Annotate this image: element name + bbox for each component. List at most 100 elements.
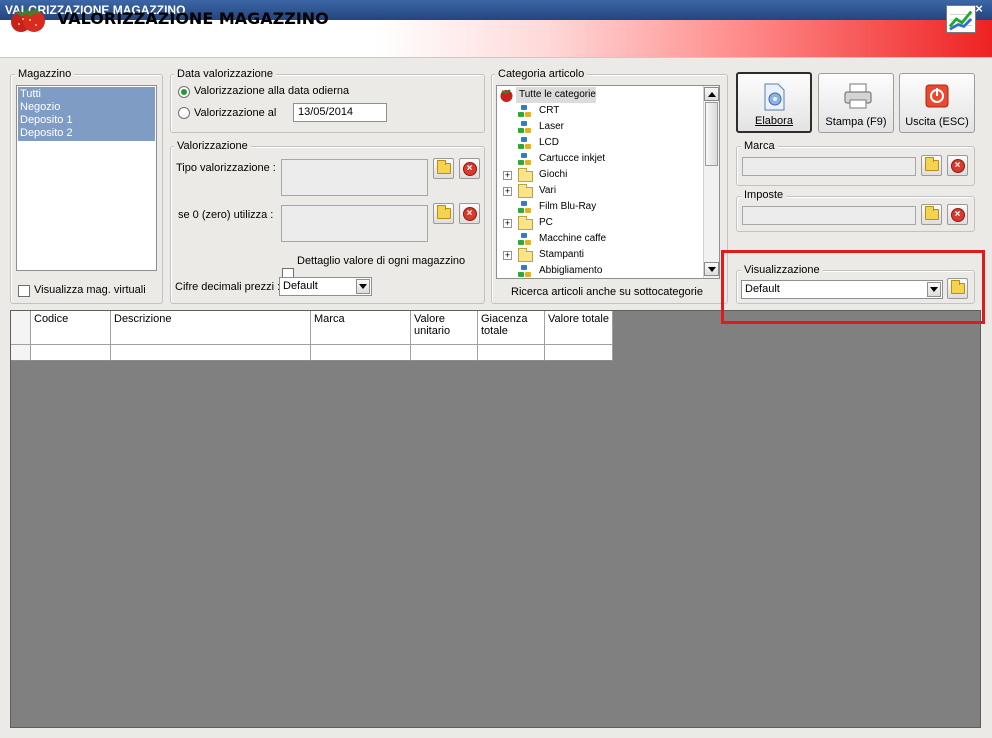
tipo-valorizzazione-field[interactable] xyxy=(281,159,428,196)
zero-clear-button[interactable]: × xyxy=(459,203,480,224)
status-bar xyxy=(0,729,992,738)
imposte-field[interactable] xyxy=(742,206,916,225)
cifre-decimali-label: Cifre decimali prezzi : xyxy=(175,281,281,293)
tree-item-label: Macchine caffe xyxy=(539,233,607,244)
table-cell[interactable] xyxy=(545,345,613,361)
list-item[interactable]: Negozio xyxy=(18,101,60,114)
expand-icon[interactable]: + xyxy=(503,171,512,180)
cifre-decimali-select[interactable]: Default xyxy=(279,277,372,296)
tree-item-label: Cartucce inkjet xyxy=(539,153,606,164)
column-header-giacenza-totale[interactable]: Giacenza totale xyxy=(478,311,545,345)
elabora-label: Elabora xyxy=(755,115,793,127)
column-header-valore-unitario[interactable]: Valore unitario xyxy=(411,311,478,345)
tree-item-stampanti[interactable]: + Stampanti xyxy=(497,247,702,263)
scroll-up-icon[interactable] xyxy=(704,87,719,101)
stampa-button[interactable]: Stampa (F9) xyxy=(818,73,894,133)
zero-fallback-label: se 0 (zero) utilizza : xyxy=(178,209,274,221)
column-header-codice[interactable]: Codice xyxy=(31,311,111,345)
elabora-button[interactable]: Elabora xyxy=(736,72,812,133)
cifre-decimali-value: Default xyxy=(283,280,318,292)
imposte-clear-button[interactable]: × xyxy=(947,204,968,225)
row-header[interactable] xyxy=(11,345,31,361)
virtual-warehouses-label: Visualizza mag. virtuali xyxy=(34,284,146,296)
table-cell[interactable] xyxy=(411,345,478,361)
folder-icon xyxy=(518,168,533,182)
tree-item-label: Laser xyxy=(539,121,565,132)
printer-icon xyxy=(844,83,872,109)
page-title: VALORIZZAZIONE MAGAZZINO xyxy=(57,9,329,28)
list-item[interactable]: Deposito 2 xyxy=(18,127,73,140)
chevron-down-icon[interactable] xyxy=(356,279,370,294)
date-radio-label: Valorizzazione al xyxy=(194,107,277,119)
results-grid[interactable]: Codice Descrizione Marca Valore unitario… xyxy=(10,310,981,728)
network-icon xyxy=(518,137,531,150)
network-icon xyxy=(518,201,531,214)
annotation-highlight xyxy=(721,250,985,324)
tree-root-label: Tutte le categorie xyxy=(519,89,596,100)
folder-icon xyxy=(518,216,533,230)
zero-fallback-field[interactable] xyxy=(281,205,428,242)
scroll-thumb[interactable] xyxy=(705,102,718,166)
tree-item-lcd[interactable]: LCD xyxy=(497,135,702,151)
column-header-marca[interactable]: Marca xyxy=(311,311,411,345)
folder-icon xyxy=(924,206,939,220)
tree-item-laser[interactable]: Laser xyxy=(497,119,702,135)
valorizzazione-label: Valorizzazione xyxy=(174,140,251,152)
tree-item-film[interactable]: Film Blu-Ray xyxy=(497,199,702,215)
tree-item-cartucce[interactable]: Cartucce inkjet xyxy=(497,151,702,167)
magazzino-label: Magazzino xyxy=(15,68,75,80)
marca-label: Marca xyxy=(741,140,778,152)
virtual-warehouses-checkbox[interactable] xyxy=(18,285,30,297)
tipo-browse-button[interactable] xyxy=(433,158,454,179)
zero-browse-button[interactable] xyxy=(433,203,454,224)
list-item[interactable]: Tutti xyxy=(18,88,41,101)
column-header-valore-totale[interactable]: Valore totale xyxy=(545,311,613,345)
tree-item-vari[interactable]: + Vari xyxy=(497,183,702,199)
marca-browse-button[interactable] xyxy=(921,155,942,176)
categoria-tree[interactable]: Tutte le categorie CRT Laser LCD Cartucc… xyxy=(496,85,720,279)
tipo-clear-button[interactable]: × xyxy=(459,158,480,179)
magazzino-listbox[interactable]: Tutti Negozio Deposito 1 Deposito 2 xyxy=(16,85,157,271)
tree-root[interactable]: Tutte le categorie xyxy=(497,87,702,103)
list-item[interactable]: Deposito 1 xyxy=(18,114,73,127)
delete-icon: × xyxy=(950,158,965,173)
expand-icon[interactable]: + xyxy=(503,251,512,260)
imposte-browse-button[interactable] xyxy=(921,204,942,225)
today-radio[interactable] xyxy=(178,86,190,98)
marca-clear-button[interactable]: × xyxy=(947,155,968,176)
row-header-corner xyxy=(11,311,31,345)
network-icon xyxy=(518,265,531,278)
folder-icon xyxy=(436,160,451,174)
date-radio[interactable] xyxy=(178,107,190,119)
tree-item-macchine[interactable]: Macchine caffe xyxy=(497,231,702,247)
tree-item-abbigliamento[interactable]: Abbigliamento xyxy=(497,263,702,278)
tree-item-pc[interactable]: + PC xyxy=(497,215,702,231)
stampa-label: Stampa (F9) xyxy=(825,116,887,128)
delete-icon: × xyxy=(950,207,965,222)
date-input[interactable]: 13/05/2014 xyxy=(293,103,387,122)
tree-item-crt[interactable]: CRT xyxy=(497,103,702,119)
scroll-down-icon[interactable] xyxy=(704,262,719,276)
categoria-label: Categoria articolo xyxy=(495,68,588,80)
tree-scrollbar[interactable] xyxy=(703,86,719,278)
subcategories-label: Ricerca articoli anche su sottocategorie xyxy=(511,286,703,298)
tree-item-label: LCD xyxy=(539,137,560,148)
table-cell[interactable] xyxy=(31,345,111,361)
close-icon: × xyxy=(975,1,983,16)
table-cell[interactable] xyxy=(111,345,311,361)
power-icon xyxy=(925,84,949,108)
marca-field[interactable] xyxy=(742,157,916,176)
folder-icon xyxy=(518,248,533,262)
data-valorizzazione-label: Data valorizzazione xyxy=(174,68,276,80)
uscita-button[interactable]: Uscita (ESC) xyxy=(899,73,975,133)
tree-item-giochi[interactable]: + Giochi xyxy=(497,167,702,183)
dettaglio-label: Dettaglio valore di ogni magazzino xyxy=(297,255,466,267)
expand-icon[interactable]: + xyxy=(503,187,512,196)
expand-icon[interactable]: + xyxy=(503,219,512,228)
tree-item-label: PC xyxy=(539,217,553,228)
table-cell[interactable] xyxy=(311,345,411,361)
delete-icon: × xyxy=(462,161,477,176)
tree-item-label: Film Blu-Ray xyxy=(539,201,597,212)
column-header-descrizione[interactable]: Descrizione xyxy=(111,311,311,345)
table-cell[interactable] xyxy=(478,345,545,361)
